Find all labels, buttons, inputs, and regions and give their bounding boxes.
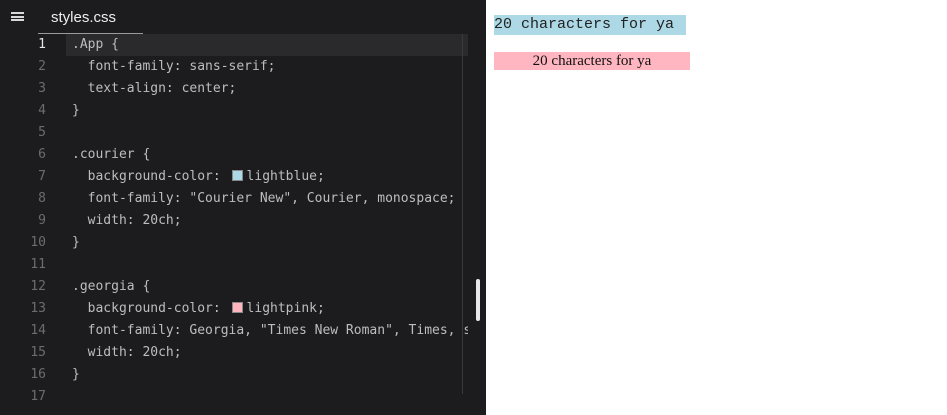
code-line[interactable]: 2 font-family: sans-serif; <box>0 56 486 78</box>
code-token: background-color: <box>72 301 229 316</box>
line-number: 17 <box>30 389 46 404</box>
code-text: .georgia { <box>72 279 151 294</box>
code-line[interactable]: 11 <box>0 254 486 276</box>
code-text: } <box>72 103 80 118</box>
code-line[interactable]: 10} <box>0 232 486 254</box>
line-number: 11 <box>30 257 46 272</box>
georgia-preview-box: 20 characters for ya <box>494 52 690 70</box>
line-number: 5 <box>38 125 46 140</box>
line-number: 16 <box>30 367 46 382</box>
code-text: font-family: sans-serif; <box>72 59 276 74</box>
code-editor-pane: styles.css 1 .App { 2 font-family: sans-se… <box>0 0 486 415</box>
code-line[interactable]: 17 <box>0 386 486 408</box>
code-line[interactable]: 9 width: 20ch; <box>0 210 486 232</box>
line-number: 7 <box>38 169 46 184</box>
code-line[interactable]: 6 .courier { <box>0 144 486 166</box>
code-line[interactable]: 3 text-align: center; <box>0 78 486 100</box>
code-line[interactable]: 14 font-family: Georgia, "Times New Roma… <box>0 320 486 342</box>
code-text: } <box>72 367 80 382</box>
preview-pane: 20 characters for ya 20 characters for y… <box>486 0 947 415</box>
code-text: text-align: center; <box>72 81 237 96</box>
tab-label: styles.css <box>51 9 117 26</box>
code-line[interactable]: 5 <box>0 122 486 144</box>
code-line[interactable]: 13 background-color: lightpink; <box>0 298 486 320</box>
code-text: font-family: "Courier New", Courier, mon… <box>72 191 456 206</box>
print-margin-guide <box>462 34 463 394</box>
courier-preview-box: 20 characters for ya <box>494 15 686 35</box>
code-line[interactable]: 4} <box>0 100 486 122</box>
code-text: background-color: lightblue; <box>72 169 468 184</box>
pane-resize-handle[interactable] <box>476 279 480 321</box>
line-number: 1 <box>38 37 46 52</box>
color-swatch-icon[interactable] <box>231 170 243 181</box>
code-text: width: 20ch; <box>72 345 182 360</box>
line-number: 14 <box>30 323 46 338</box>
line-number: 4 <box>38 103 46 118</box>
code-text: } <box>72 235 80 250</box>
line-number: 10 <box>30 235 46 250</box>
code-text: .courier { <box>72 147 151 162</box>
code-text: font-family: Georgia, "Times New Roman",… <box>72 323 468 338</box>
code-line[interactable]: 1 .App { <box>0 34 486 56</box>
tab-styles-css[interactable]: styles.css <box>38 0 143 34</box>
color-swatch-icon[interactable] <box>231 302 243 313</box>
line-number: 2 <box>38 59 46 74</box>
code-text: width: 20ch; <box>72 213 182 228</box>
code-token: background-color: <box>72 169 229 184</box>
line-number: 13 <box>30 301 46 316</box>
line-number: 9 <box>38 213 46 228</box>
code-token: lightpink; <box>246 301 325 316</box>
code-line[interactable]: 7 background-color: lightblue; <box>0 166 486 188</box>
code-text: background-color: lightpink; <box>72 301 468 316</box>
code-line[interactable]: 12 .georgia { <box>0 276 486 298</box>
line-number: 15 <box>30 345 46 360</box>
line-number: 8 <box>38 191 46 206</box>
hamburger-menu-icon[interactable] <box>11 12 24 21</box>
code-token: lightblue; <box>246 169 325 184</box>
code-line[interactable]: 15 width: 20ch; <box>0 342 486 364</box>
code-line[interactable]: 8 font-family: "Courier New", Courier, m… <box>0 188 486 210</box>
editor-tab-bar: styles.css <box>0 0 486 34</box>
code-line[interactable]: 16} <box>0 364 486 386</box>
line-number: 6 <box>38 147 46 162</box>
line-number: 12 <box>30 279 46 294</box>
code-area[interactable]: 1 .App {2 font-family: sans-serif; 3 text-… <box>0 34 486 408</box>
line-number: 3 <box>38 81 46 96</box>
code-text: .App { <box>72 37 119 52</box>
